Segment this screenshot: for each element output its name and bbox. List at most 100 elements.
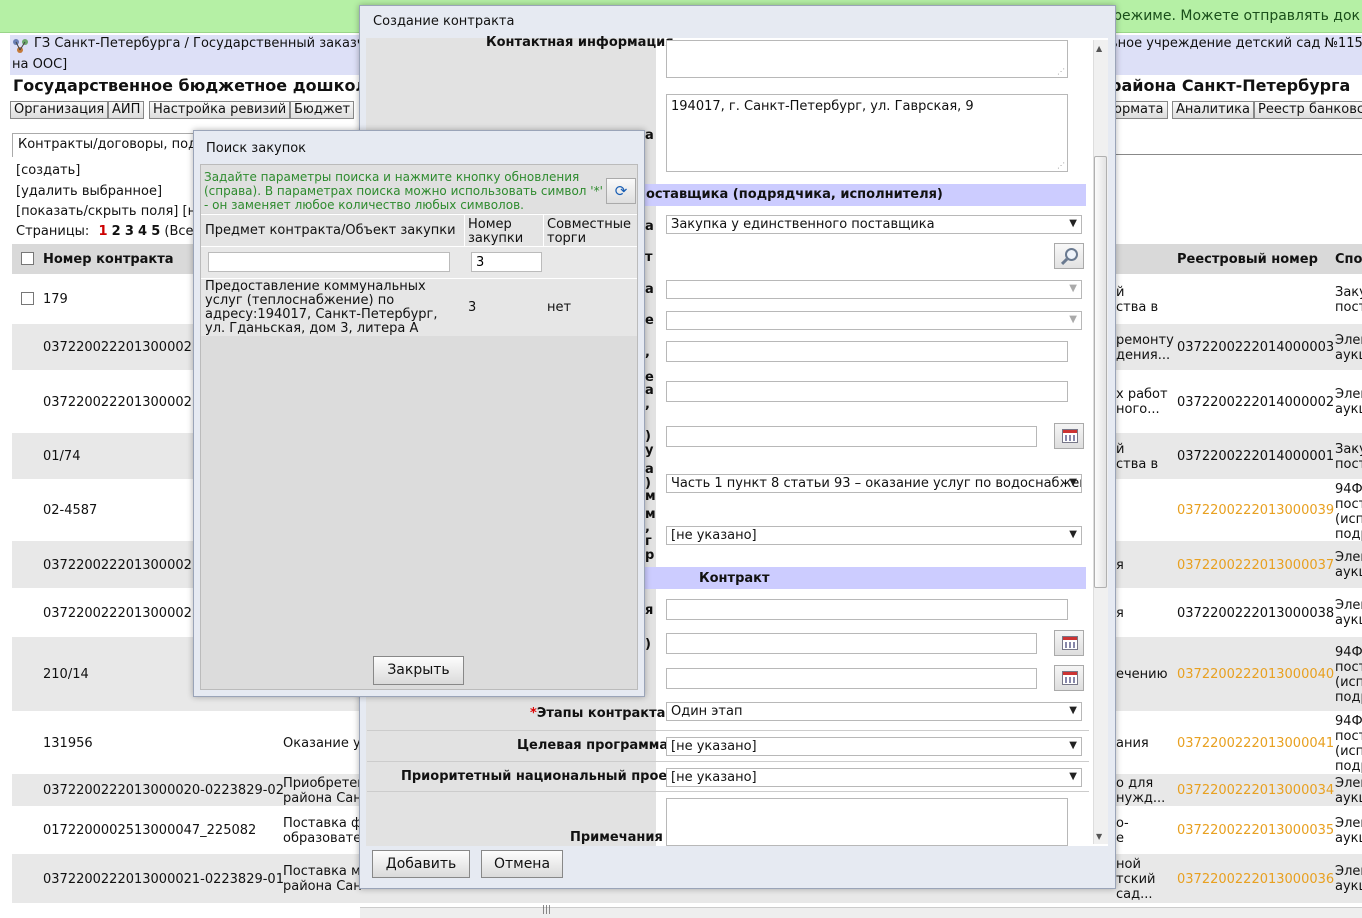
page-1[interactable]: 1 <box>98 224 107 239</box>
cell-subject: Приобретен района Сан <box>283 776 366 806</box>
supplier-select[interactable]: ▼ <box>666 280 1082 299</box>
result-joint: нет <box>547 300 572 315</box>
scroll-down-icon[interactable]: ▼ <box>1096 832 1102 841</box>
dialog-footer <box>360 846 1115 888</box>
row-checkbox[interactable] <box>21 292 34 305</box>
cell-registry-number[interactable]: 0372200222013000037 <box>1177 558 1334 573</box>
col-joint-header: Совместные торги <box>547 217 631 246</box>
dialog-title: Создание контракта <box>373 14 515 29</box>
cell-contract-number: 0372200222013000021-0223829-01 <box>43 871 284 887</box>
page-3[interactable]: 3 <box>125 224 134 239</box>
cell-registry-number[interactable]: 0372200222013000039 <box>1177 503 1334 518</box>
horizontal-scrollbar[interactable]: ||| <box>360 905 1362 918</box>
page-5[interactable]: 5 <box>151 224 160 239</box>
cell-description: ремонту дения... <box>1116 332 1174 363</box>
field-label-fragment: я <box>645 603 654 618</box>
chevron-down-icon: ▼ <box>1069 477 1077 488</box>
subject-filter-input[interactable] <box>208 252 450 272</box>
contact-info-textarea[interactable]: ⋰ <box>666 40 1068 78</box>
stages-label: *Этапы контракта <box>530 706 666 721</box>
breadcrumb-tail: на ООС] <box>12 57 68 72</box>
page-4[interactable]: 4 <box>138 224 147 239</box>
scrollbar-thumb[interactable] <box>1094 156 1107 588</box>
calendar-button[interactable] <box>1054 630 1084 656</box>
tab-audit-settings[interactable]: Настройка ревизий <box>149 101 291 119</box>
target-program-label: Целевая программа <box>517 738 669 753</box>
tab-analytics[interactable]: Аналитика <box>1172 101 1254 119</box>
cell-description: ания <box>1116 735 1149 751</box>
cell-description: й ства в <box>1116 284 1159 315</box>
cell-description: я <box>1116 605 1124 621</box>
stages-select[interactable]: Один этап ▼ <box>666 702 1082 721</box>
pagination: Страницы: 1 2 3 4 5 (Все <box>16 224 194 239</box>
supplier-type-select[interactable]: ▼ <box>666 311 1082 330</box>
cell-registry-number[interactable]: 0372200222013000034 <box>1177 783 1334 798</box>
date-input-1[interactable] <box>666 426 1037 447</box>
field-input-2[interactable] <box>666 381 1068 402</box>
search-button[interactable] <box>1054 243 1084 269</box>
tab-budget[interactable]: Бюджет <box>290 101 355 119</box>
chevron-down-icon: ▼ <box>1069 314 1077 325</box>
pages-all[interactable]: (Все <box>164 224 193 239</box>
unspecified-select[interactable]: [не указано] ▼ <box>666 526 1082 545</box>
org-tree-icon[interactable] <box>12 38 30 54</box>
org-title: Государственное бюджетное дошколь <box>13 76 378 95</box>
cell-registry-number[interactable]: 0372200222013000041 <box>1177 736 1334 751</box>
number-filter-input[interactable] <box>471 252 542 272</box>
tab-organization[interactable]: Организация <box>10 101 109 119</box>
cell-registry-number[interactable]: 0372200222013000036 <box>1177 872 1334 887</box>
header-contract-number[interactable]: Номер контракта <box>43 252 174 267</box>
cancel-button[interactable]: Отмена <box>481 850 563 878</box>
field-label-fragment: а <box>645 462 654 477</box>
calendar-button[interactable] <box>1054 665 1084 691</box>
target-program-select[interactable]: [не указано] ▼ <box>666 737 1082 756</box>
address-textarea[interactable]: 194017, г. Санкт-Петербург, ул. Гаврская… <box>666 94 1068 172</box>
create-link[interactable]: [создать] <box>16 163 80 178</box>
divider <box>367 791 1089 792</box>
calendar-button[interactable] <box>1054 423 1084 449</box>
refresh-button[interactable]: ⟳ <box>606 178 636 204</box>
divider <box>367 730 1089 731</box>
tab-aip[interactable]: АИП <box>108 101 145 119</box>
method-value: Закупка у единственного поставщика <box>671 217 935 232</box>
cell-contract-number: 179 <box>43 292 68 307</box>
tab-bank-registry[interactable]: Реестр банковс <box>1254 101 1362 119</box>
scroll-up-icon[interactable]: ▲ <box>1096 44 1102 53</box>
section-contract-title: Контракт <box>699 571 770 586</box>
tab-format[interactable]: ормата <box>1110 101 1168 119</box>
toggle-fields-link[interactable]: [показать/скрыть поля] [на <box>16 204 204 219</box>
field-label-fragment: а <box>645 383 654 398</box>
cell-contract-number: 01/74 <box>43 449 81 464</box>
cell-method: Элек аукц <box>1335 332 1362 363</box>
breadcrumb[interactable]: ГЗ Санкт-Петербурга / Государственный за… <box>34 36 381 51</box>
section-supplier-title: оставщика (подрядчика, исполнителя) <box>646 187 943 202</box>
subtab-contracts[interactable]: Контракты/договоры, подп <box>12 133 202 157</box>
basis-select[interactable]: Часть 1 пункт 8 статьи 93 – оказание усл… <box>666 474 1082 493</box>
notes-textarea[interactable] <box>666 798 1068 846</box>
date-input-3[interactable] <box>666 668 1037 689</box>
divider <box>1110 154 1362 155</box>
field-label-fragment: т <box>645 250 653 265</box>
cell-contract-number: 131956 <box>43 735 93 751</box>
header-method[interactable]: Спос <box>1335 252 1362 267</box>
cell-registry-number[interactable]: 0372200222013000035 <box>1177 823 1334 838</box>
contract-number-input[interactable] <box>666 599 1068 620</box>
field-input-1[interactable] <box>666 341 1068 362</box>
procurement-method-select[interactable]: Закупка у единственного поставщика ▼ <box>666 215 1082 234</box>
date-input-2[interactable] <box>666 633 1037 654</box>
result-number: 3 <box>468 300 477 315</box>
select-all-checkbox[interactable] <box>21 252 34 265</box>
chevron-down-icon: ▼ <box>1069 705 1077 716</box>
calendar-icon <box>1062 671 1078 685</box>
add-button[interactable]: Добавить <box>372 850 470 878</box>
close-button[interactable]: Закрыть <box>373 656 464 685</box>
page-2[interactable]: 2 <box>112 224 121 239</box>
national-project-select[interactable]: [не указано] ▼ <box>666 768 1082 787</box>
header-registry-number[interactable]: Реестровый номер <box>1177 252 1318 267</box>
field-label-fragment: , <box>645 345 650 360</box>
basis-value: Часть 1 пункт 8 статьи 93 – оказание усл… <box>671 476 1082 491</box>
notice-text: режиме. Можете отправлять док <box>1113 8 1360 24</box>
delete-selected-link[interactable]: [удалить выбранное] <box>16 184 162 199</box>
cell-registry-number[interactable]: 0372200222013000040 <box>1177 667 1334 682</box>
cell-method: 94Ф пост (исп подр <box>1335 714 1362 774</box>
